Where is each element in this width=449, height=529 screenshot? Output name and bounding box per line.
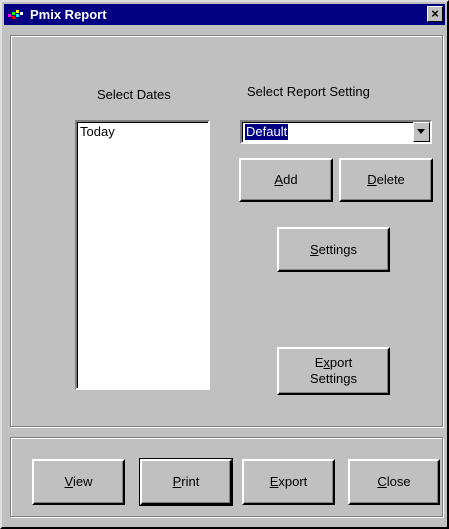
delete-button[interactable]: Delete	[339, 158, 433, 202]
settings-button[interactable]: Settings	[277, 227, 390, 272]
export-settings-button[interactable]: Export Settings	[277, 347, 390, 395]
export-button-label: Export	[269, 474, 308, 489]
report-setting-select[interactable]: Default	[240, 120, 432, 144]
export-settings-label-line1: Export	[314, 355, 353, 370]
select-report-setting-label: Select Report Setting	[247, 84, 370, 99]
dates-listbox[interactable]: Today	[75, 120, 210, 390]
title-bar[interactable]: Pmix Report ×	[4, 4, 445, 25]
report-setting-value: Default	[245, 124, 289, 140]
pmix-app-icon	[8, 10, 24, 20]
list-item[interactable]: Today	[80, 124, 115, 139]
export-settings-label-line2: Settings	[310, 371, 357, 386]
close-button[interactable]: Close	[348, 459, 440, 505]
close-icon[interactable]: ×	[427, 6, 443, 22]
print-button[interactable]: Print	[139, 458, 233, 506]
select-dates-label: Select Dates	[97, 87, 171, 102]
window-title: Pmix Report	[30, 7, 107, 22]
add-button[interactable]: Add	[239, 158, 333, 202]
close-button-label: Close	[377, 474, 411, 489]
add-button-label: Add	[274, 172, 298, 187]
settings-button-label: Settings	[310, 241, 357, 257]
view-button-label: View	[64, 474, 93, 489]
print-button-label: Print	[172, 474, 200, 489]
chevron-down-icon	[417, 129, 425, 134]
pmix-report-window: Pmix Report × Select Dates Select Report…	[0, 0, 449, 529]
view-button[interactable]: View	[32, 459, 125, 505]
delete-button-label: Delete	[367, 172, 405, 187]
dropdown-button[interactable]	[413, 122, 430, 142]
export-button[interactable]: Export	[242, 459, 335, 505]
